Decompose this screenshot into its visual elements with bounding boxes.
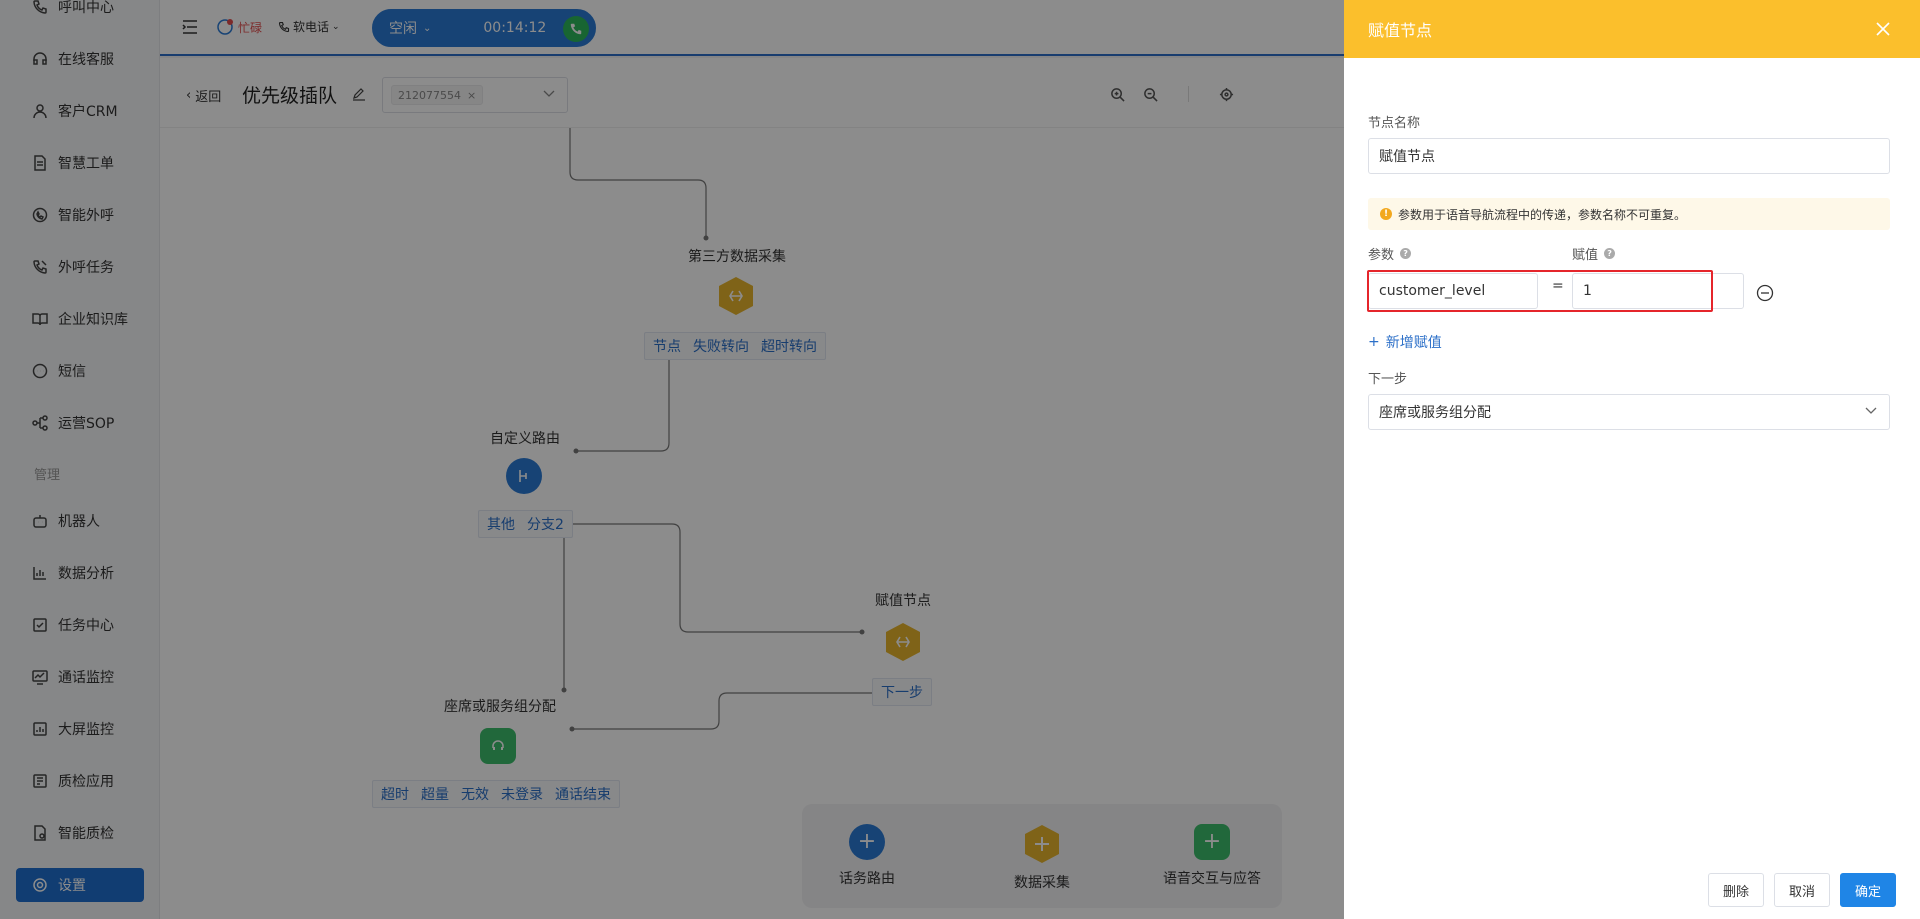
delete-button[interactable]: 删除 xyxy=(1707,873,1764,907)
notice-text: 参数用于语音导航流程中的传递，参数名称不可重复。 xyxy=(1398,207,1687,222)
next-step-label: 下一步 xyxy=(1368,372,1408,387)
param-notice: ! 参数用于语音导航流程中的传递，参数名称不可重复。 xyxy=(1368,198,1890,230)
assign-value-input[interactable]: 1 xyxy=(1572,273,1744,309)
next-step-select[interactable]: 座席或服务组分配 xyxy=(1368,394,1890,430)
value-label-text: 赋值 xyxy=(1572,248,1599,263)
param-name-input[interactable]: customer_level xyxy=(1368,273,1538,309)
help-icon[interactable]: ? xyxy=(1400,248,1412,259)
drawer-title: 赋值节点 xyxy=(1368,21,1433,40)
drawer-header: 赋值节点 xyxy=(1344,0,1920,58)
node-name-input[interactable]: 赋值节点 xyxy=(1368,138,1890,174)
plus-icon: + xyxy=(1368,334,1380,350)
help-icon[interactable]: ? xyxy=(1604,248,1616,259)
next-step-value: 座席或服务组分配 xyxy=(1379,405,1491,421)
cancel-button[interactable]: 取消 xyxy=(1773,873,1830,907)
confirm-button[interactable]: 确定 xyxy=(1839,873,1896,907)
add-link-label: 新增赋值 xyxy=(1385,335,1442,351)
chevron-down-icon xyxy=(1865,407,1877,414)
value-label: 赋值 ? xyxy=(1572,244,1616,263)
assign-node-drawer: 赋值节点 节点名称 赋值节点 ! 参数用于语音导航流程中的传递，参数名称不可重复… xyxy=(1344,0,1920,919)
close-icon[interactable] xyxy=(1876,22,1890,36)
remove-circle-icon[interactable] xyxy=(1756,284,1774,302)
warning-icon: ! xyxy=(1380,208,1392,220)
modal-overlay[interactable] xyxy=(0,0,1344,919)
add-assignment-button[interactable]: + 新增赋值 xyxy=(1368,332,1442,352)
equals-sign: = xyxy=(1552,278,1564,294)
param-label: 参数 ? xyxy=(1368,244,1412,263)
node-name-label: 节点名称 xyxy=(1368,116,1421,131)
param-label-text: 参数 xyxy=(1368,248,1395,263)
drawer-footer: 删除 取消 确定 xyxy=(1707,873,1896,907)
